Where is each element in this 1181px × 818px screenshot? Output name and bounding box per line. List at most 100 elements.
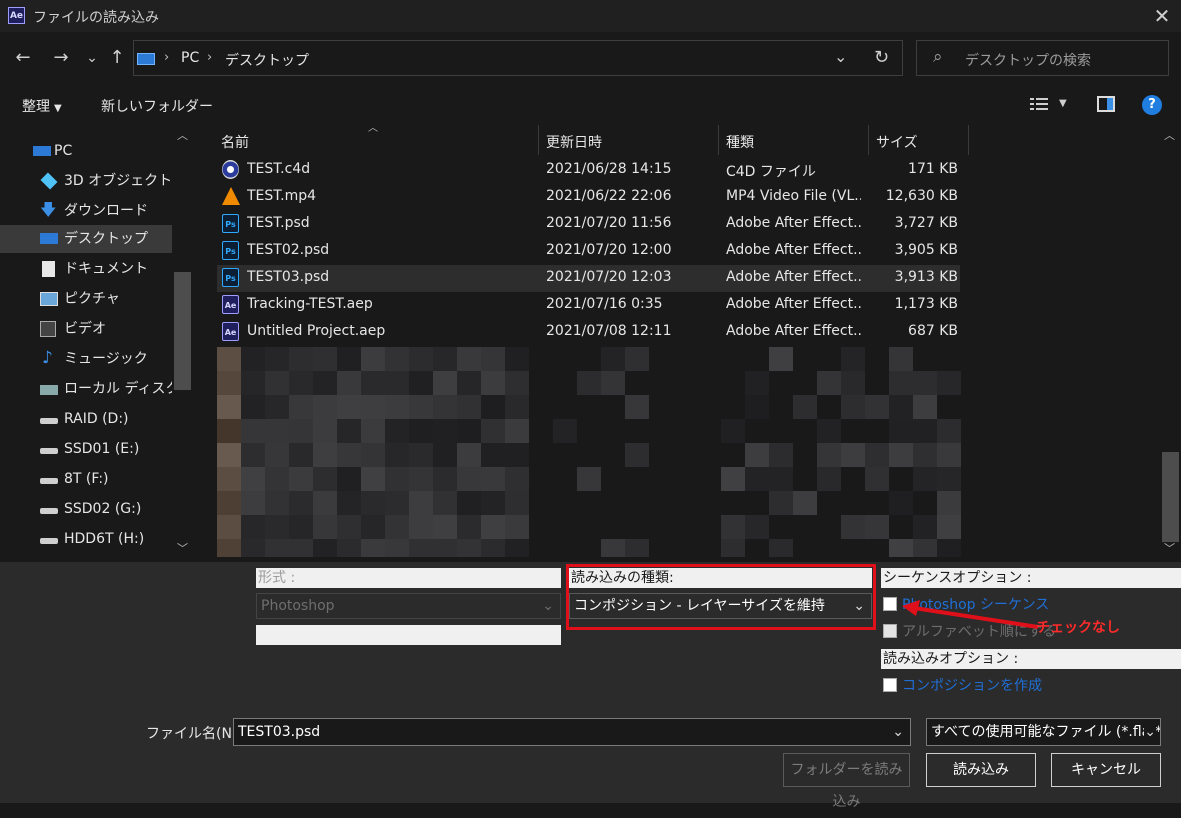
back-button[interactable]: ←: [8, 43, 38, 73]
download-icon: 🡇: [40, 200, 57, 219]
pixel-block: [265, 395, 289, 419]
sidebar-item-8t[interactable]: 8T (F:): [0, 465, 172, 493]
pixel-block: [433, 371, 457, 395]
file-row[interactable]: Ae Untitled Project.aep 2021/07/08 12:11…: [217, 319, 960, 346]
pixel-block: [217, 467, 241, 491]
sidebar-item-label: HDD6T (H:): [64, 531, 145, 547]
pixel-block: [409, 347, 433, 371]
create-composition-checkbox[interactable]: [883, 678, 897, 692]
sidebar-item-downloads[interactable]: 🡇 ダウンロード: [0, 197, 172, 225]
pixel-block: [337, 347, 361, 371]
navigation-pane: PC 3D オブジェクト 🡇 ダウンロード デスクトップ ドキュメント ピクチャ…: [0, 125, 194, 562]
pixel-block: [889, 347, 913, 371]
file-row-selected[interactable]: Ps TEST03.psd 2021/07/20 12:03 Adobe Aft…: [217, 265, 960, 292]
file-modified: 2021/07/20 12:03: [546, 269, 672, 285]
pixel-block: [265, 443, 289, 467]
sidebar-item-ssd02[interactable]: SSD02 (G:): [0, 495, 172, 523]
search-box[interactable]: ⌕ デスクトップの検索: [916, 40, 1169, 76]
cancel-button[interactable]: キャンセル: [1051, 753, 1161, 787]
view-options-icon[interactable]: [1030, 97, 1048, 111]
pixel-block: [433, 347, 457, 371]
file-list-scroll-thumb[interactable]: [1162, 452, 1179, 542]
scroll-up-icon[interactable]: ︿: [1164, 127, 1175, 143]
pixel-block: [241, 395, 265, 419]
sidebar-item-label: ドキュメント: [64, 261, 148, 277]
search-input[interactable]: デスクトップの検索: [965, 50, 1091, 70]
pixel-block: [337, 539, 361, 557]
import-as-select[interactable]: コンポジション - レイヤーサイズを維持 ⌄: [569, 593, 872, 619]
pixel-block: [505, 467, 529, 491]
pixel-block: [313, 443, 337, 467]
import-folder-button[interactable]: フォルダーを読み込み: [783, 753, 910, 810]
sidebar-item-desktop[interactable]: デスクトップ: [0, 225, 172, 253]
preview-pane-icon[interactable]: [1097, 96, 1115, 112]
pixel-block: [289, 347, 313, 371]
address-dropdown-icon[interactable]: ⌄: [834, 47, 847, 66]
column-header-name[interactable]: 名前: [221, 132, 249, 152]
pixel-block: [457, 467, 481, 491]
file-name: TEST03.psd: [247, 269, 330, 285]
pixel-block: [793, 395, 817, 419]
refresh-icon[interactable]: ↻: [874, 47, 889, 68]
pixel-block: [217, 539, 241, 557]
import-button[interactable]: 読み込み: [926, 753, 1036, 787]
pixel-block: [217, 515, 241, 539]
breadcrumb-pc[interactable]: PC: [181, 50, 199, 66]
pixel-block: [265, 539, 289, 557]
photoshop-icon: Ps: [222, 268, 239, 287]
file-row[interactable]: Ps TEST.psd 2021/07/20 11:56 Adobe After…: [217, 211, 960, 238]
sidebar-item-ssd01[interactable]: SSD01 (E:): [0, 435, 172, 463]
pixel-block: [745, 371, 769, 395]
pc-icon: [33, 146, 51, 156]
sidebar-item-music[interactable]: ♪ ミュージック: [0, 345, 172, 373]
photoshop-icon: Ps: [222, 214, 239, 233]
sidebar-item-pc[interactable]: PC: [0, 137, 172, 165]
pixel-block: [313, 491, 337, 515]
column-header-size[interactable]: サイズ: [876, 132, 918, 152]
forward-button[interactable]: →: [46, 43, 76, 73]
sidebar-scroll-thumb[interactable]: [174, 272, 191, 390]
organize-menu[interactable]: 整理 ▼: [22, 96, 62, 116]
sidebar-item-raid[interactable]: RAID (D:): [0, 405, 172, 433]
format-select: Photoshop ⌄: [256, 593, 561, 619]
file-row[interactable]: TEST.c4d 2021/06/28 14:15 C4D ファイル 171 K…: [217, 157, 960, 184]
pixel-block: [889, 419, 913, 443]
pixel-block: [889, 395, 913, 419]
scroll-down-icon[interactable]: ﹀: [1164, 540, 1175, 556]
help-icon[interactable]: ?: [1142, 95, 1162, 115]
file-modified: 2021/07/20 12:00: [546, 242, 672, 258]
file-type-select[interactable]: すべての使用可能なファイル (*.fla;* ⌄: [926, 718, 1161, 746]
sidebar-item-documents[interactable]: ドキュメント: [0, 255, 172, 283]
photoshop-sequence-checkbox[interactable]: [883, 597, 897, 611]
pixel-block: [241, 419, 265, 443]
sidebar-item-videos[interactable]: ビデオ: [0, 315, 172, 343]
scroll-up-icon[interactable]: ︿: [177, 127, 188, 143]
music-icon: ♪: [42, 348, 53, 368]
up-button[interactable]: ↑: [104, 43, 130, 73]
breadcrumb-desktop[interactable]: デスクトップ: [225, 50, 309, 70]
view-dropdown-icon[interactable]: ▼: [1059, 98, 1067, 109]
pixel-block: [385, 467, 409, 491]
file-row[interactable]: TEST.mp4 2021/06/22 22:06 MP4 Video File…: [217, 184, 960, 211]
close-button[interactable]: ✕: [1148, 2, 1176, 30]
sidebar-item-pictures[interactable]: ピクチャ: [0, 285, 172, 313]
recent-locations-button[interactable]: ⌄: [82, 43, 102, 73]
address-bar[interactable]: › PC › デスクトップ ⌄ ↻: [133, 40, 903, 76]
video-icon: [40, 321, 56, 337]
pixel-block: [937, 467, 961, 491]
sidebar-item-hdd6t[interactable]: HDD6T (H:): [0, 525, 172, 553]
sidebar-item-3d-objects[interactable]: 3D オブジェクト: [0, 167, 172, 195]
window-title: ファイルの読み込み: [33, 10, 159, 26]
column-header-type[interactable]: 種類: [726, 132, 754, 152]
column-header-modified[interactable]: 更新日時: [546, 132, 602, 152]
file-row[interactable]: Ps TEST02.psd 2021/07/20 12:00 Adobe Aft…: [217, 238, 960, 265]
sidebar-item-local-disk[interactable]: ローカル ディスク (C:): [0, 375, 172, 403]
create-composition-label[interactable]: コンポジションを作成: [902, 675, 1042, 695]
new-folder-button[interactable]: 新しいフォルダー: [101, 96, 213, 116]
file-row[interactable]: Ae Tracking-TEST.aep 2021/07/16 0:35 Ado…: [217, 292, 960, 319]
sidebar-item-label: ローカル ディスク (C:): [64, 381, 172, 397]
chevron-down-icon[interactable]: ⌄: [892, 719, 904, 745]
filename-input[interactable]: TEST03.psd ⌄: [233, 718, 911, 746]
scroll-down-icon[interactable]: ﹀: [177, 540, 188, 556]
pixel-block: [289, 491, 313, 515]
